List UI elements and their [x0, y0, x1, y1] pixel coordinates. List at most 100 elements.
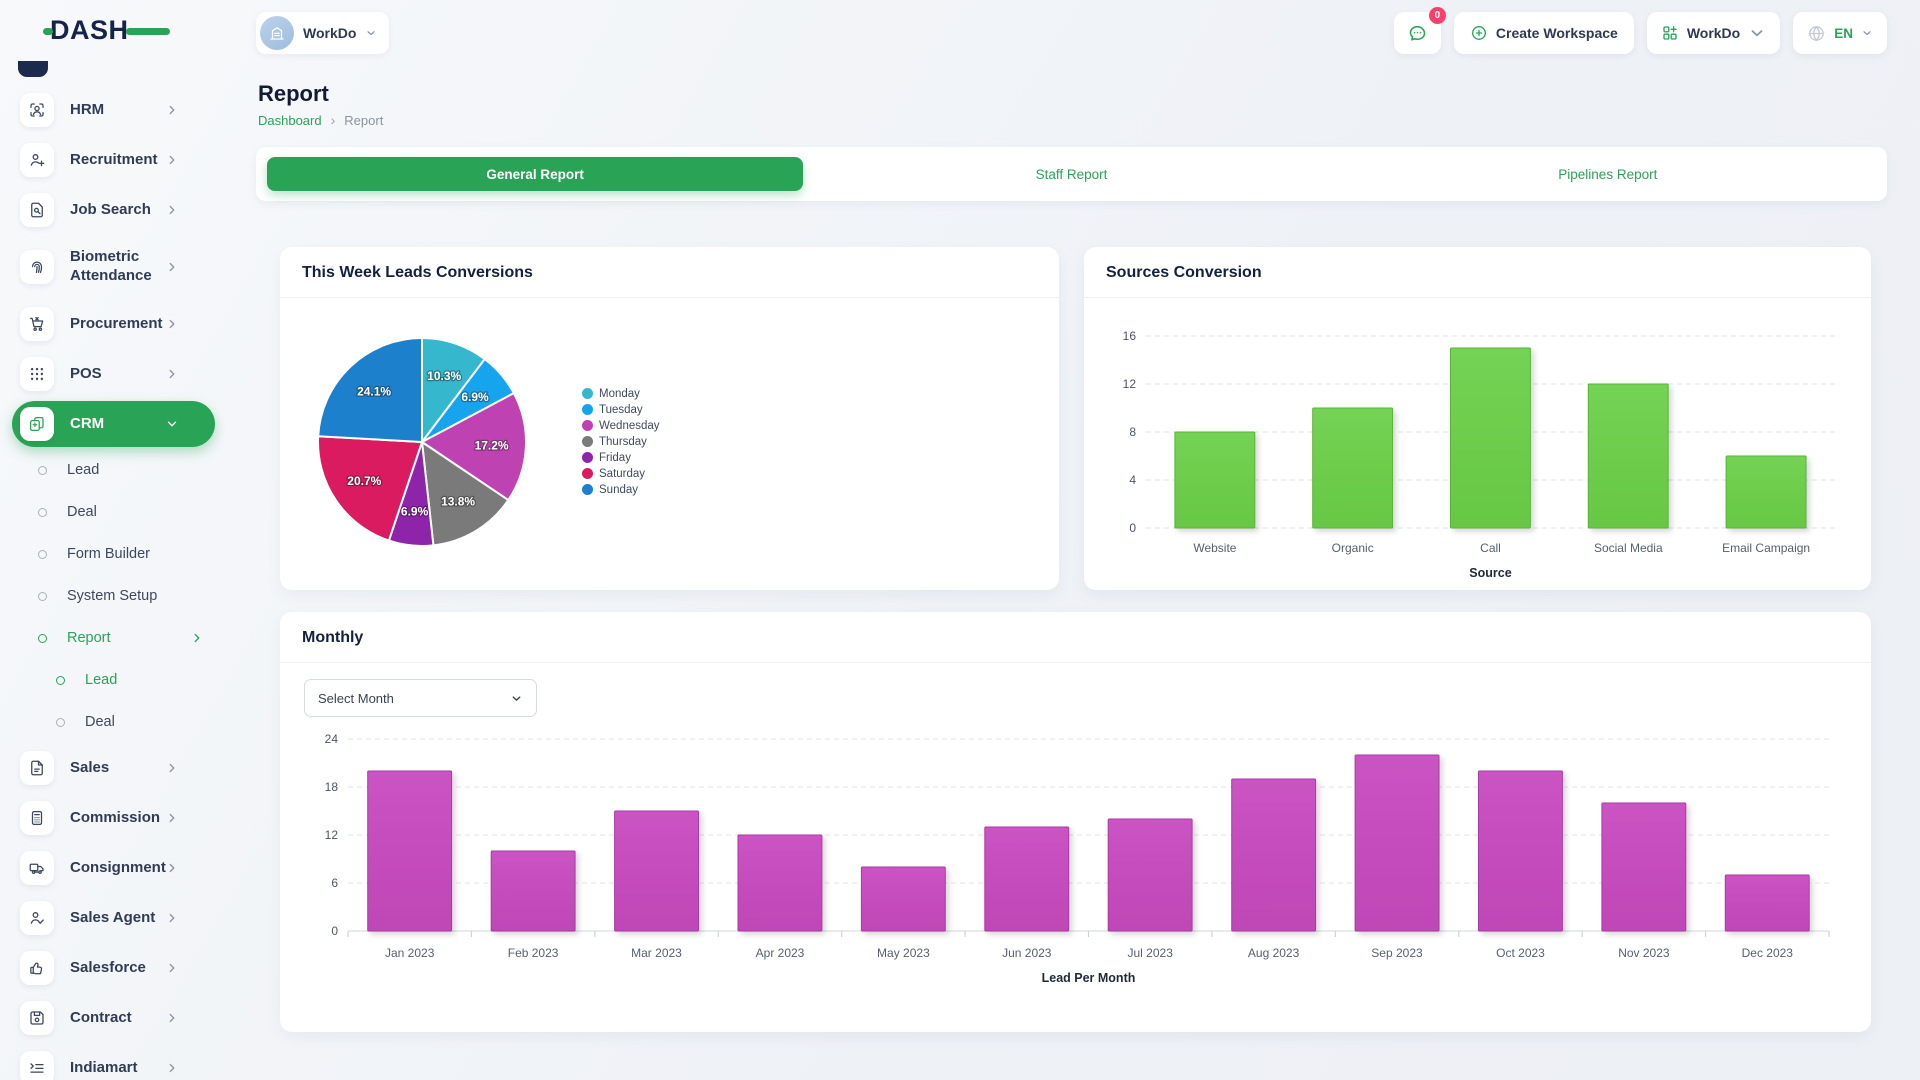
sidebar-item-indiamart[interactable]: Indiamart	[0, 1043, 225, 1080]
sidebar-item-sales-agent[interactable]: Sales Agent	[0, 893, 225, 943]
bullet-icon	[38, 508, 47, 517]
leads-card-header: This Week Leads Conversions	[280, 247, 1059, 298]
bullet-icon	[38, 634, 47, 643]
sidebar-item-consignment[interactable]: Consignment	[0, 843, 225, 893]
page-title: Report	[258, 81, 1887, 107]
bar-dec-2023[interactable]	[1725, 875, 1809, 931]
create-workspace-button[interactable]: Create Workspace	[1454, 12, 1634, 54]
bar-call[interactable]	[1451, 348, 1531, 528]
sidebar-item-pos[interactable]: POS	[0, 349, 225, 399]
x-category-label: Social Media	[1594, 541, 1663, 555]
app-logo[interactable]: DASH	[50, 15, 154, 47]
leads-pie-chart: 10.3%6.9%17.2%13.8%6.9%20.7%24.1%	[306, 326, 538, 558]
sidebar-item-job-search[interactable]: Job Search	[0, 185, 225, 235]
sidebar-item-label: Biometric Attendance	[70, 248, 166, 286]
sidebar-item-form-builder[interactable]: Form Builder	[0, 533, 225, 575]
tab-staff-report[interactable]: Staff Report	[803, 157, 1339, 191]
tab-general-report[interactable]: General Report	[267, 157, 803, 191]
sidebar-item-contract[interactable]: Contract	[0, 993, 225, 1043]
bar-social-media[interactable]	[1588, 384, 1668, 528]
bar-oct-2023[interactable]	[1479, 771, 1563, 931]
recruitment-icon-box	[20, 143, 54, 177]
logo-text: DASH	[50, 15, 129, 45]
sidebar-item-biometric-attendance[interactable]: Biometric Attendance	[0, 235, 225, 299]
select-month-dropdown[interactable]: Select Month	[304, 679, 537, 717]
y-tick-label: 0	[1129, 521, 1136, 535]
breadcrumb: Dashboard › Report	[258, 112, 1887, 128]
sidebar-item-label: HRM	[70, 101, 166, 120]
sidebar-item-hrm[interactable]: HRM	[0, 85, 225, 135]
sidebar-item-report-deal[interactable]: Deal	[0, 701, 225, 743]
workspace-switcher[interactable]: WorkDo	[256, 12, 389, 54]
sidebar-item-system-setup[interactable]: System Setup	[0, 575, 225, 617]
sidebar-item-commission[interactable]: Commission	[0, 793, 225, 843]
x-category-label: Aug 2023	[1248, 946, 1300, 960]
breadcrumb-current: Report	[344, 113, 383, 128]
bar-feb-2023[interactable]	[491, 851, 575, 931]
sidebar-item-crm-deal[interactable]: Deal	[0, 491, 225, 533]
sidebar-item-label: Salesforce	[70, 959, 166, 978]
chevron-down-icon	[1861, 27, 1873, 39]
chevron-down-icon	[166, 418, 178, 430]
sidebar-item-label: Consignment	[70, 859, 166, 878]
sidebar-item-procurement[interactable]: Procurement	[0, 299, 225, 349]
bar-aug-2023[interactable]	[1232, 779, 1316, 931]
legend-item-thursday[interactable]: Thursday	[582, 436, 660, 448]
legend-label: Monday	[599, 388, 640, 400]
x-category-label: Apr 2023	[756, 946, 805, 960]
workspace-menu-button[interactable]: WorkDo	[1647, 12, 1780, 54]
bar-mar-2023[interactable]	[615, 811, 699, 931]
sidebar-item-sales[interactable]: Sales	[0, 743, 225, 793]
sales-agent-icon-box	[20, 901, 54, 935]
chevron-right-icon	[166, 912, 178, 924]
globe-icon	[1807, 24, 1826, 43]
sidebar-item-label: System Setup	[67, 588, 225, 604]
sources-card-body: 0481216WebsiteOrganicCallSocial MediaEma…	[1084, 298, 1871, 587]
chevron-right-icon	[191, 632, 203, 644]
sidebar-item-partial-icon	[18, 61, 48, 77]
legend-item-monday[interactable]: Monday	[582, 388, 660, 400]
bar-website[interactable]	[1175, 432, 1255, 528]
legend-item-sunday[interactable]: Sunday	[582, 484, 660, 496]
monthly-card-body: Select Month 06121824Jan 2023Feb 2023Mar…	[280, 663, 1871, 990]
legend-item-tuesday[interactable]: Tuesday	[582, 404, 660, 416]
chevron-down-icon	[166, 418, 178, 430]
bar-may-2023[interactable]	[861, 867, 945, 931]
sidebar-item-crm-lead[interactable]: Lead	[0, 449, 225, 491]
legend-item-friday[interactable]: Friday	[582, 452, 660, 464]
bar-nov-2023[interactable]	[1602, 803, 1686, 931]
sources-card-title: Sources Conversion	[1106, 264, 1262, 281]
sales-icon-box	[20, 751, 54, 785]
create-workspace-label: Create Workspace	[1496, 25, 1618, 41]
bar-jul-2023[interactable]	[1108, 819, 1192, 931]
recruitment-icon	[28, 151, 46, 169]
legend-item-saturday[interactable]: Saturday	[582, 468, 660, 480]
chevron-right-icon	[191, 632, 203, 644]
legend-item-wednesday[interactable]: Wednesday	[582, 420, 660, 432]
sidebar-item-crm[interactable]: CRM	[12, 401, 215, 447]
sidebar-item-report-lead[interactable]: Lead	[0, 659, 225, 701]
bar-jun-2023[interactable]	[985, 827, 1069, 931]
chevron-right-icon	[166, 962, 178, 974]
x-axis-title: Lead Per Month	[1042, 971, 1136, 985]
messages-button[interactable]: 0	[1394, 12, 1441, 54]
bar-apr-2023[interactable]	[738, 835, 822, 931]
sidebar-item-label: Job Search	[70, 201, 166, 220]
sidebar-item-recruitment[interactable]: Recruitment	[0, 135, 225, 185]
bar-email-campaign[interactable]	[1726, 456, 1806, 528]
consignment-icon	[28, 859, 46, 877]
pie-value-label-wednesday: 17.2%	[475, 438, 509, 452]
sidebar-item-salesforce[interactable]: Salesforce	[0, 943, 225, 993]
x-category-label: Organic	[1332, 541, 1374, 555]
chevron-right-icon	[166, 912, 178, 924]
breadcrumb-dashboard-link[interactable]: Dashboard	[258, 113, 322, 128]
bar-organic[interactable]	[1313, 408, 1393, 528]
tab-pipelines-report[interactable]: Pipelines Report	[1340, 157, 1876, 191]
sidebar-item-report[interactable]: Report	[0, 617, 225, 659]
bar-sep-2023[interactable]	[1355, 755, 1439, 931]
bar-jan-2023[interactable]	[368, 771, 452, 931]
consignment-icon-box	[20, 851, 54, 885]
sidebar: DASH HRM Recruitment Job Search Biometric A…	[0, 0, 225, 1080]
language-selector[interactable]: EN	[1793, 12, 1887, 54]
apps-grid-icon	[1661, 24, 1679, 42]
